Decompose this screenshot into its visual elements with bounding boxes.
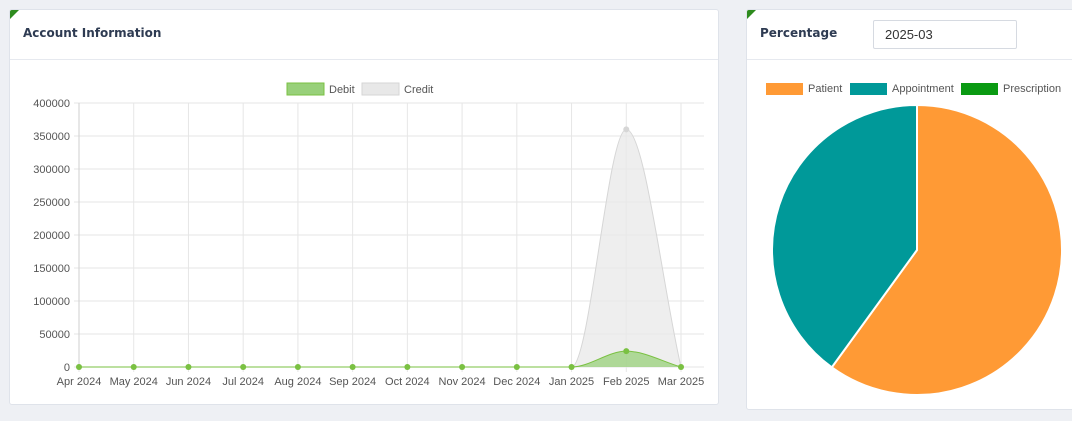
x-tick-label: Oct 2024 bbox=[385, 376, 430, 388]
y-tick-label: 50000 bbox=[39, 329, 70, 341]
x-tick-label: Feb 2025 bbox=[603, 376, 649, 388]
legend-label: Patient bbox=[808, 83, 842, 95]
debit-point bbox=[294, 364, 301, 370]
legend-swatch bbox=[286, 82, 325, 96]
debit-point bbox=[349, 364, 356, 370]
y-tick-label: 200000 bbox=[33, 230, 70, 242]
x-tick-label: Jul 2024 bbox=[222, 376, 264, 388]
debit-point bbox=[76, 364, 82, 370]
credit-area bbox=[79, 129, 681, 367]
legend-swatch bbox=[850, 83, 887, 95]
legend-swatch bbox=[361, 82, 400, 96]
percentage-pie-chart: Patient Appointment Prescription bbox=[766, 83, 1063, 396]
legend-swatch bbox=[961, 83, 998, 95]
x-tick-label: Nov 2024 bbox=[439, 376, 486, 388]
x-tick-label: Dec 2024 bbox=[493, 376, 540, 388]
debit-point bbox=[404, 364, 411, 370]
debit-point bbox=[459, 364, 466, 370]
y-tick-label: 100000 bbox=[33, 296, 70, 308]
x-tick-label: Jan 2025 bbox=[549, 376, 594, 388]
debit-point bbox=[678, 364, 684, 370]
x-tick-label: Mar 2025 bbox=[658, 376, 704, 388]
x-tick-label: Aug 2024 bbox=[274, 376, 321, 388]
account-information-card: Account Information 0 50000 100000 150000 20… bbox=[9, 9, 719, 405]
legend-swatch bbox=[766, 83, 803, 95]
debit-point bbox=[513, 364, 520, 370]
debit-point bbox=[240, 364, 247, 370]
y-tick-label: 350000 bbox=[33, 131, 70, 143]
percentage-card: Percentage PatientAppointmentPrescriptio… bbox=[746, 9, 1072, 410]
debit-point bbox=[130, 364, 137, 370]
debit-point bbox=[623, 348, 630, 355]
x-tick-label: Jun 2024 bbox=[166, 376, 211, 388]
y-tick-label: 250000 bbox=[33, 197, 70, 209]
legend-label: Debit bbox=[329, 84, 355, 96]
x-tick-label: Apr 2024 bbox=[57, 376, 102, 388]
account-area-chart: 0 50000 100000 150000 200000 250000 300000 3500… bbox=[33, 82, 704, 388]
x-tick-label: Sep 2024 bbox=[329, 376, 376, 388]
legend-label: Prescription bbox=[1003, 83, 1061, 95]
debit-point bbox=[185, 364, 192, 370]
y-tick-label: 400000 bbox=[33, 98, 70, 110]
credit-point bbox=[623, 126, 630, 133]
legend-label: Credit bbox=[404, 84, 433, 96]
y-tick-label: 150000 bbox=[33, 263, 70, 275]
x-tick-label: May 2024 bbox=[110, 376, 158, 388]
y-tick-label: 300000 bbox=[33, 164, 70, 176]
debit-point bbox=[568, 364, 575, 370]
legend-label: Appointment bbox=[892, 83, 954, 95]
y-tick-label: 0 bbox=[64, 362, 70, 374]
